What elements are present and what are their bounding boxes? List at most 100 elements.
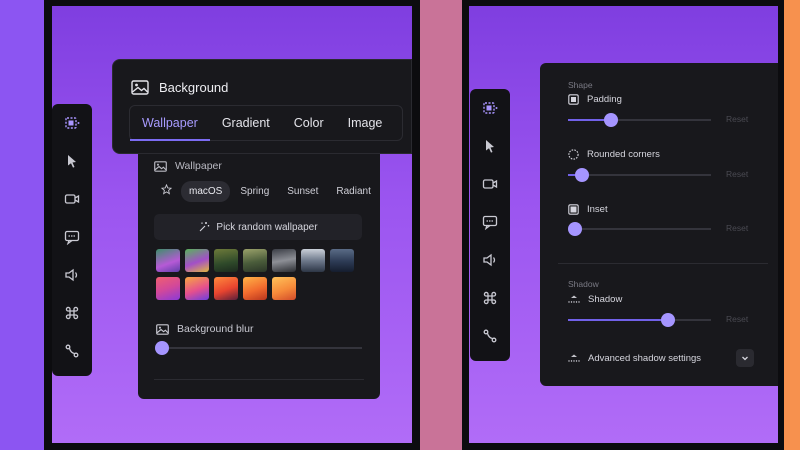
- shadow-icon: [568, 354, 580, 362]
- volume-icon: [65, 268, 78, 282]
- inset-header: Inset: [568, 204, 608, 215]
- caption-icon: [482, 215, 498, 230]
- wallpaper-thumb[interactable]: [214, 249, 238, 272]
- section-divider: [154, 379, 364, 380]
- shadow-slider[interactable]: [568, 313, 711, 327]
- volume-tool[interactable]: [470, 241, 510, 279]
- slider-thumb[interactable]: [603, 113, 618, 127]
- image-icon: [156, 323, 169, 335]
- category-spring[interactable]: Spring: [232, 181, 277, 202]
- category-radiant[interactable]: Radiant: [328, 181, 378, 202]
- wallpaper-thumb[interactable]: [330, 249, 354, 272]
- crop-select-icon: [483, 102, 498, 114]
- shadow-section-label: Shadow: [568, 279, 599, 289]
- wallpaper-thumb[interactable]: [272, 249, 296, 272]
- wallpaper-categories: macOS Spring Sunset Radiant: [154, 180, 379, 202]
- rounded-corners-label: Rounded corners: [587, 149, 660, 160]
- padding-slider[interactable]: [568, 113, 711, 127]
- padding-label: Padding: [587, 94, 622, 105]
- tab-color[interactable]: Color: [282, 106, 336, 140]
- background-blur-slider[interactable]: [155, 341, 362, 355]
- slider-thumb[interactable]: [155, 341, 169, 355]
- advanced-shadow-row[interactable]: Advanced shadow settings: [568, 353, 701, 364]
- wallpaper-grid: [156, 249, 354, 300]
- video-icon: [482, 179, 498, 189]
- volume-tool[interactable]: [52, 256, 92, 294]
- pick-random-wallpaper-label: Pick random wallpaper: [216, 221, 318, 233]
- cursor-icon: [68, 155, 76, 168]
- star-icon: [160, 183, 173, 195]
- slider-thumb[interactable]: [575, 168, 590, 182]
- cursor-icon: [486, 140, 494, 153]
- crop-select-tool[interactable]: [52, 104, 92, 142]
- video-tool[interactable]: [52, 180, 92, 218]
- background-panel-header: Background: [131, 80, 228, 95]
- rounded-corners-icon: [568, 149, 579, 160]
- wallpaper-thumb[interactable]: [214, 277, 238, 300]
- shadow-reset[interactable]: Reset: [726, 314, 748, 324]
- shape-shadow-panel: Shape Padding Reset Rounded corners Rese…: [540, 63, 778, 386]
- crop-select-icon: [65, 117, 80, 129]
- tab-gradient[interactable]: Gradient: [210, 106, 282, 140]
- wallpaper-thumb[interactable]: [272, 277, 296, 300]
- rounded-corners-header: Rounded corners: [568, 149, 660, 160]
- favorites-chip[interactable]: [154, 180, 179, 202]
- path-tool[interactable]: [52, 332, 92, 370]
- cursor-tool[interactable]: [470, 127, 510, 165]
- cursor-tool[interactable]: [52, 142, 92, 180]
- path-icon: [483, 329, 497, 343]
- path-icon: [65, 344, 79, 358]
- wallpaper-thumb[interactable]: [243, 249, 267, 272]
- video-tool[interactable]: [470, 165, 510, 203]
- pick-random-wallpaper-button[interactable]: Pick random wallpaper: [154, 214, 362, 240]
- section-divider: [558, 263, 768, 264]
- wallpaper-thumb[interactable]: [243, 277, 267, 300]
- image-icon: [131, 80, 149, 95]
- wallpaper-panel: Wallpaper macOS Spring Sunset Radiant Pi…: [138, 154, 380, 399]
- command-icon: [65, 306, 79, 320]
- caption-tool[interactable]: [470, 203, 510, 241]
- wallpaper-header: Wallpaper: [154, 160, 222, 172]
- chevron-down-icon: [742, 356, 748, 361]
- advanced-shadow-toggle[interactable]: [736, 349, 754, 367]
- wallpaper-thumb[interactable]: [156, 277, 180, 300]
- wallpaper-thumb[interactable]: [185, 277, 209, 300]
- inset-label: Inset: [587, 204, 608, 215]
- slider-thumb[interactable]: [661, 313, 676, 327]
- caption-tool[interactable]: [52, 218, 92, 256]
- inset-reset[interactable]: Reset: [726, 223, 748, 233]
- volume-icon: [483, 253, 496, 267]
- caption-icon: [64, 230, 80, 245]
- tab-image[interactable]: Image: [336, 106, 395, 140]
- padding-icon: [568, 94, 579, 105]
- inset-slider[interactable]: [568, 222, 711, 236]
- backdrop-middle: [418, 0, 464, 450]
- wallpaper-thumb[interactable]: [185, 249, 209, 272]
- background-blur-header: Background blur: [156, 323, 253, 335]
- rounded-corners-slider[interactable]: [568, 168, 711, 182]
- crop-select-tool[interactable]: [470, 89, 510, 127]
- backdrop-right: [782, 0, 800, 450]
- category-macos[interactable]: macOS: [181, 180, 231, 202]
- shadow-icon: [568, 295, 580, 303]
- advanced-shadow-label: Advanced shadow settings: [588, 353, 702, 364]
- tab-wallpaper[interactable]: Wallpaper: [130, 106, 210, 141]
- rounded-corners-reset[interactable]: Reset: [726, 169, 748, 179]
- background-panel-title: Background: [159, 80, 229, 95]
- video-icon: [64, 194, 80, 204]
- command-icon: [483, 291, 497, 305]
- slider-thumb[interactable]: [568, 222, 582, 236]
- magic-wand-icon: [200, 222, 210, 232]
- command-tool[interactable]: [52, 294, 92, 332]
- toolbar-left: [52, 104, 92, 376]
- category-sunset[interactable]: Sunset: [279, 181, 326, 202]
- wallpaper-thumb[interactable]: [156, 249, 180, 272]
- shape-section-label: Shape: [568, 80, 593, 90]
- wallpaper-thumb[interactable]: [301, 249, 325, 272]
- toolbar-right: [470, 89, 510, 361]
- path-tool[interactable]: [470, 317, 510, 355]
- slider-fill: [568, 319, 669, 321]
- command-tool[interactable]: [470, 279, 510, 317]
- backdrop-left: [0, 0, 46, 450]
- padding-reset[interactable]: Reset: [726, 114, 748, 124]
